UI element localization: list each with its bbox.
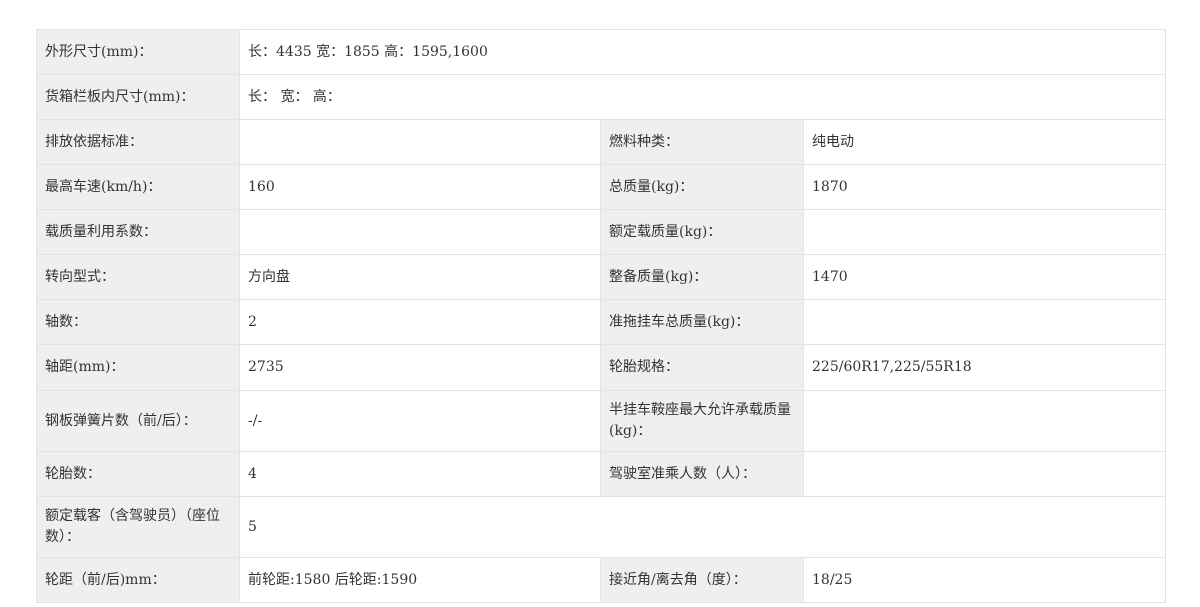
row-value: 1470 xyxy=(803,254,1166,300)
table-row: 额定载客（含驾驶员）（座位数）： 5 xyxy=(36,496,1166,558)
table-row: 钢板弹簧片数（前/后）： -/- 半挂车鞍座最大允许承载质量(kg)： xyxy=(36,390,1166,452)
table-row: 轮胎数： 4 驾驶室准乘人数（人）： xyxy=(36,451,1166,497)
row-label: 轮胎数： xyxy=(36,451,240,497)
row-value: 18/25 xyxy=(803,557,1166,603)
table-row: 轴距(mm)： 2735 轮胎规格： 225/60R17,225/55R18 xyxy=(36,344,1166,391)
row-value: 2 xyxy=(239,299,601,345)
row-value xyxy=(803,299,1166,345)
row-label: 额定载质量(kg)： xyxy=(600,209,804,255)
row-label: 燃料种类： xyxy=(600,119,804,165)
table-row: 排放依据标准： 燃料种类： 纯电动 xyxy=(36,119,1166,165)
row-value: -/- xyxy=(239,390,601,452)
row-value: 长：4435 宽：1855 高：1595,1600 xyxy=(239,29,1166,75)
row-label: 轮胎规格： xyxy=(600,344,804,391)
table-row: 货箱栏板内尺寸(mm)： 长： 宽： 高： xyxy=(36,74,1166,120)
row-value: 方向盘 xyxy=(239,254,601,300)
row-label: 外形尺寸(mm)： xyxy=(36,29,240,75)
row-value xyxy=(239,119,601,165)
table-row: 外形尺寸(mm)： 长：4435 宽：1855 高：1595,1600 xyxy=(36,29,1166,75)
row-label: 钢板弹簧片数（前/后）： xyxy=(36,390,240,452)
table-row: 最高车速(km/h)： 160 总质量(kg)： 1870 xyxy=(36,164,1166,210)
vehicle-spec-table: 外形尺寸(mm)： 长：4435 宽：1855 高：1595,1600 货箱栏板… xyxy=(36,29,1166,603)
row-label: 载质量利用系数： xyxy=(36,209,240,255)
row-label: 货箱栏板内尺寸(mm)： xyxy=(36,74,240,120)
row-label: 总质量(kg)： xyxy=(600,164,804,210)
row-value: 4 xyxy=(239,451,601,497)
row-value: 1870 xyxy=(803,164,1166,210)
row-value: 前轮距:1580 后轮距:1590 xyxy=(239,557,601,603)
row-value: 5 xyxy=(239,496,1166,558)
row-label: 最高车速(km/h)： xyxy=(36,164,240,210)
row-value: 2735 xyxy=(239,344,601,391)
row-label: 轴距(mm)： xyxy=(36,344,240,391)
row-value: 长： 宽： 高： xyxy=(239,74,1166,120)
row-label: 驾驶室准乘人数（人）： xyxy=(600,451,804,497)
row-value: 225/60R17,225/55R18 xyxy=(803,344,1166,391)
row-label: 轴数： xyxy=(36,299,240,345)
table-row: 转向型式： 方向盘 整备质量(kg)： 1470 xyxy=(36,254,1166,300)
table-row: 轮距（前/后)mm： 前轮距:1580 后轮距:1590 接近角/离去角（度）：… xyxy=(36,557,1166,603)
row-label: 排放依据标准： xyxy=(36,119,240,165)
row-label: 轮距（前/后)mm： xyxy=(36,557,240,603)
row-label: 转向型式： xyxy=(36,254,240,300)
row-label: 接近角/离去角（度）： xyxy=(600,557,804,603)
row-label: 准拖挂车总质量(kg)： xyxy=(600,299,804,345)
row-value xyxy=(803,390,1166,452)
row-value xyxy=(803,451,1166,497)
row-label: 半挂车鞍座最大允许承载质量(kg)： xyxy=(600,390,804,452)
row-label: 整备质量(kg)： xyxy=(600,254,804,300)
table-row: 轴数： 2 准拖挂车总质量(kg)： xyxy=(36,299,1166,345)
table-row: 载质量利用系数： 额定载质量(kg)： xyxy=(36,209,1166,255)
row-value: 160 xyxy=(239,164,601,210)
row-label: 额定载客（含驾驶员）（座位数）： xyxy=(36,496,240,558)
row-value: 纯电动 xyxy=(803,119,1166,165)
row-value xyxy=(803,209,1166,255)
row-value xyxy=(239,209,601,255)
